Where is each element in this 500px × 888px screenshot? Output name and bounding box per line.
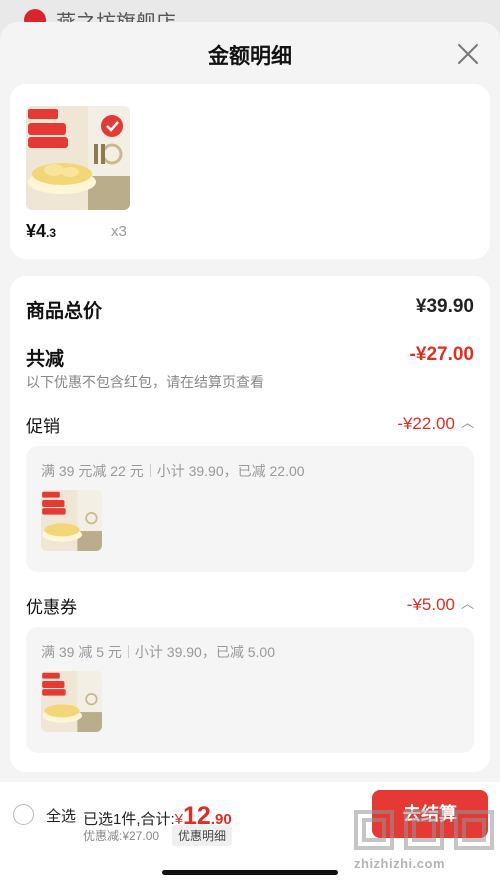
promo-detail-box: 满 39 元减 22 元小计 39.90，已减 22.00 [26,446,474,572]
discount-summary: 优惠减:¥27.00 [83,829,160,843]
chevron-up-icon: ︿ [460,596,474,611]
chevron-up-icon: ︿ [460,415,474,430]
home-indicator [162,870,338,875]
promo-product-thumbnail [41,490,102,551]
promo-value: -¥22.00 [397,414,455,433]
product-thumbnail[interactable] [26,106,130,210]
total-reduce-label: 共减 [26,349,65,370]
total-price-value: ¥39.90 [415,296,474,317]
total-price-label: 商品总价 [26,301,103,322]
discount-detail-button[interactable]: 优惠明细 [172,825,233,846]
select-all-label[interactable]: 全选 [46,805,76,826]
coupon-label: 优惠券 [26,598,77,617]
divider [149,464,151,477]
promo-rule-text: 满 39 元减 22 元小计 39.90，已减 22.00 [41,463,305,479]
amount-details-card: 商品总价 ¥39.90 共减 -¥27.00 以下优惠不包含红包，请在结算页查看… [10,276,490,772]
sheet-title: 金额明细 [208,45,292,68]
discount-note: 以下优惠不包含红包，请在结算页查看 [26,374,264,390]
promo-label: 促销 [26,417,60,436]
close-icon[interactable] [456,42,480,66]
watermark-url: zhizhizhi.com [354,856,445,871]
amount-detail-sheet: 金额明细 ¥4.3 x3 商品总价 ¥39.90 共减 -¥27.00 以下优惠… [0,22,500,782]
coupon-value: -¥5.00 [406,595,455,614]
select-all-radio[interactable] [13,804,34,825]
promo-toggle[interactable]: -¥22.00 ︿ [397,412,474,434]
product-price: ¥4.3 [26,221,57,241]
checkout-bar: 全选 已选1件,合计:¥12.90 优惠减:¥27.00 优惠明细 去结算 [0,782,500,888]
coupon-toggle[interactable]: -¥5.00 ︿ [407,593,474,615]
product-quantity: x3 [111,223,127,240]
coupon-detail-box: 满 39 减 5 元小计 39.90，已减 5.00 [26,627,474,753]
divider [127,645,129,658]
coupon-rule-text: 满 39 减 5 元小计 39.90，已减 5.00 [41,644,275,660]
coupon-product-thumbnail [41,671,102,732]
checkout-button[interactable]: 去结算 [372,790,488,838]
total-reduce-value: -¥27.00 [409,344,474,365]
product-list-card: ¥4.3 x3 [10,84,490,259]
